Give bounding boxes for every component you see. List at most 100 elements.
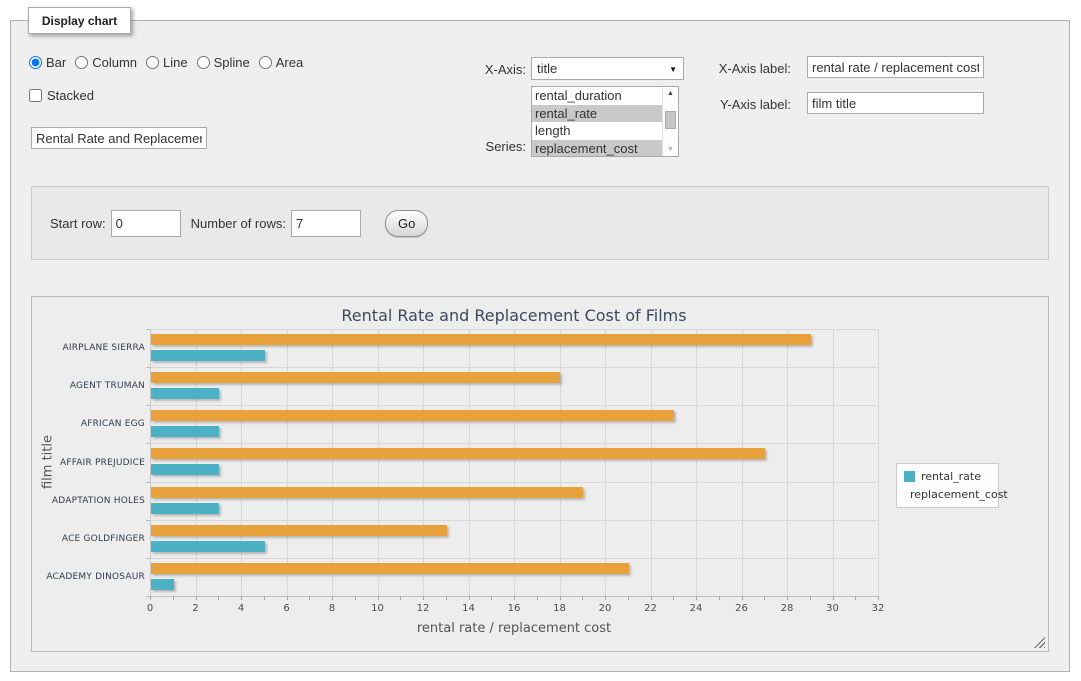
category-label: AGENT TRUMAN [35, 381, 145, 391]
stacked-checkbox[interactable] [29, 89, 42, 102]
y-axis-tick [146, 329, 150, 330]
bar-rental-rate [151, 579, 174, 590]
radio-label: Column [92, 55, 137, 70]
x-axis-tick [833, 596, 834, 600]
category-label: AFRICAN EGG [35, 419, 145, 429]
x-gridline [378, 329, 379, 596]
radio-label: Area [276, 55, 303, 70]
series-option-length[interactable]: length [532, 122, 662, 140]
x-axis-tick [218, 596, 219, 600]
resize-grip-icon[interactable] [1034, 637, 1045, 648]
bar-rental-rate [151, 541, 265, 552]
x-tick-label: 8 [312, 603, 352, 614]
chart-type-option-area[interactable]: Area [259, 55, 303, 70]
chart-type-option-bar[interactable]: Bar [29, 55, 66, 70]
series-select-label: Series: [456, 139, 526, 154]
x-axis-tick [742, 596, 743, 600]
x-gridline [742, 329, 743, 596]
x-gridline [651, 329, 652, 596]
number-of-rows-input[interactable] [291, 210, 361, 237]
x-tick-label: 6 [267, 603, 307, 614]
x-tick-label: 20 [585, 603, 625, 614]
x-gridline [196, 329, 197, 596]
x-axis-tick [582, 596, 583, 600]
x-gridline [332, 329, 333, 596]
chart-type-options: Bar Column Line Spline Area [29, 55, 303, 70]
legend-label: rental_rate [921, 470, 981, 483]
series-option-rental-duration[interactable]: rental_duration [532, 87, 662, 105]
radio-label: Spline [214, 55, 250, 70]
series-options: rental_durationrental_ratelengthreplacem… [532, 87, 662, 156]
x-axis-tick [651, 596, 652, 600]
category-label: ADAPTATION HOLES [35, 496, 145, 506]
bar-rental-rate [151, 388, 219, 399]
x-tick-label: 10 [358, 603, 398, 614]
bar-replacement-cost [151, 448, 765, 459]
chart-type-option-line[interactable]: Line [146, 55, 188, 70]
scrollbar-thumb[interactable] [665, 111, 676, 129]
x-gridline [878, 329, 879, 596]
x-tick-label: 22 [631, 603, 671, 614]
x-gridline [696, 329, 697, 596]
x-tick-label: 26 [722, 603, 762, 614]
bar-replacement-cost [151, 525, 447, 536]
x-axis-tick [423, 596, 424, 600]
bar-rental-rate [151, 464, 219, 475]
x-axis-tick [810, 596, 811, 600]
category-gridline [150, 558, 878, 559]
x-axis-tick [446, 596, 447, 600]
stacked-label: Stacked [47, 88, 94, 103]
radio-label: Bar [46, 55, 66, 70]
stacked-option[interactable]: Stacked [29, 88, 94, 103]
x-gridline [469, 329, 470, 596]
chart-type-option-spline[interactable]: Spline [197, 55, 250, 70]
chart-legend: rental_ratereplacement_cost [896, 463, 999, 508]
x-gridline [560, 329, 561, 596]
scroll-up-icon[interactable]: ▲ [663, 87, 678, 100]
series-option-rental-rate[interactable]: rental_rate [532, 105, 662, 123]
radio-bar[interactable] [29, 56, 42, 69]
radio-column[interactable] [75, 56, 88, 69]
x-axis-label-label: X-Axis label: [701, 61, 791, 76]
x-gridline [241, 329, 242, 596]
x-axis-tick [537, 596, 538, 600]
chart-title-input[interactable] [31, 127, 207, 149]
radio-line[interactable] [146, 56, 159, 69]
bar-replacement-cost [151, 334, 811, 345]
x-tick-label: 16 [494, 603, 534, 614]
x-axis-label-input[interactable] [807, 56, 984, 78]
category-label: ACADEMY DINOSAUR [35, 572, 145, 582]
x-axis-tick [605, 596, 606, 600]
x-axis-tick [355, 596, 356, 600]
series-scrollbar[interactable]: ▲ ▼ [662, 87, 678, 156]
x-tick-label: 32 [858, 603, 898, 614]
number-of-rows-label: Number of rows: [191, 216, 286, 231]
chart-container: Rental Rate and Replacement Cost of Film… [31, 296, 1049, 652]
x-axis-tick [560, 596, 561, 600]
start-row-input[interactable] [111, 210, 181, 237]
series-option-replacement-cost[interactable]: replacement_cost [532, 140, 662, 158]
radio-spline[interactable] [197, 56, 210, 69]
x-axis-tick [309, 596, 310, 600]
legend-label: replacement_cost [910, 488, 1008, 501]
x-axis-tick [696, 596, 697, 600]
x-axis-tick [855, 596, 856, 600]
bar-rental-rate [151, 503, 219, 514]
chart-type-option-column[interactable]: Column [75, 55, 137, 70]
page: Display chart Bar Column Line Spline Area St… [0, 0, 1081, 681]
scroll-down-icon[interactable]: ▼ [663, 143, 678, 156]
series-listbox[interactable]: rental_durationrental_ratelengthreplacem… [531, 86, 679, 157]
x-gridline [605, 329, 606, 596]
x-axis-tick [150, 596, 151, 600]
plot-area: 02468101214161820222426283032AIRPLANE SI… [150, 329, 878, 596]
y-axis-label-input[interactable] [807, 92, 984, 114]
category-gridline [150, 405, 878, 406]
y-axis-tick [146, 367, 150, 368]
panel-title-text: Display chart [42, 14, 117, 28]
x-axis-select[interactable]: title ▼ [531, 57, 684, 80]
start-row-label: Start row: [50, 216, 106, 231]
x-axis-tick [173, 596, 174, 600]
x-axis-tick [764, 596, 765, 600]
go-button[interactable]: Go [385, 210, 428, 237]
radio-area[interactable] [259, 56, 272, 69]
